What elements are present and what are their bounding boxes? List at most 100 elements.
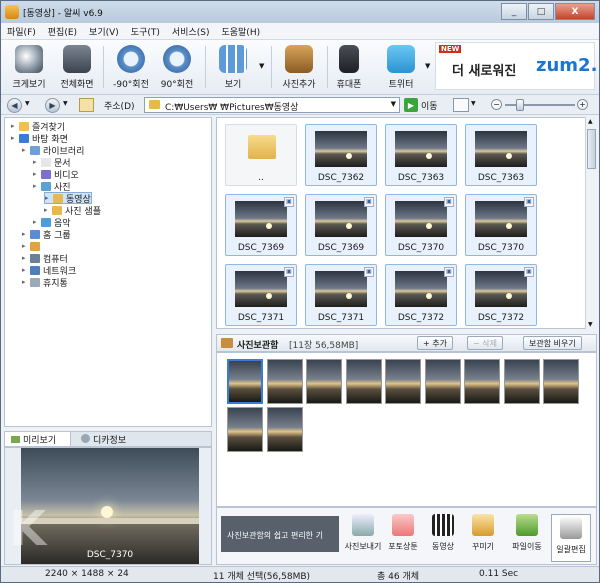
zoom-slider[interactable]: − +: [491, 99, 591, 111]
photobox-remove-button[interactable]: − 삭제: [467, 336, 503, 350]
expand-arrow-icon[interactable]: ▸: [22, 242, 30, 250]
menu-help[interactable]: 도움말(H): [221, 25, 260, 38]
photobox-thumbnail[interactable]: [227, 407, 263, 452]
thumbnail-item[interactable]: DSC_7363: [465, 124, 537, 186]
tree-item[interactable]: ▸ 즐겨찾기: [11, 120, 65, 133]
tree-item[interactable]: ▸ 컴퓨터: [22, 252, 68, 265]
close-button[interactable]: X: [555, 3, 595, 20]
forward-dropdown-icon[interactable]: ▼: [63, 100, 68, 107]
rotate-right-button[interactable]: 90°회전: [151, 42, 203, 92]
tree-item[interactable]: ▸ 사진: [33, 180, 71, 193]
expand-arrow-icon[interactable]: ▸: [22, 254, 30, 262]
maximize-button[interactable]: □: [528, 3, 554, 20]
scroll-down-icon[interactable]: ▼: [588, 321, 593, 328]
back-button[interactable]: ◀: [7, 98, 22, 113]
tree-item[interactable]: ▸ 음악: [33, 216, 71, 229]
fullscreen-button[interactable]: 전체화면: [51, 42, 103, 92]
thumbnail-item[interactable]: DSC_7362: [305, 124, 377, 186]
expand-arrow-icon[interactable]: ▸: [22, 230, 30, 238]
view-button[interactable]: 보기: [207, 42, 259, 92]
photobox-thumbnail[interactable]: [345, 359, 382, 404]
expand-arrow-icon[interactable]: ▸: [11, 134, 19, 142]
thumbnail-item[interactable]: ▣ DSC_7369: [305, 194, 377, 256]
photobox-empty-button[interactable]: 보관함 비우기: [523, 336, 582, 350]
photobox-thumbnail[interactable]: [266, 407, 303, 452]
tree-item[interactable]: ▸ 휴지통: [22, 276, 68, 289]
view-mode-icon[interactable]: [453, 98, 469, 112]
tree-item[interactable]: ▸ 사진 샘플: [44, 204, 101, 217]
menu-tools[interactable]: 도구(T): [131, 25, 160, 38]
scrollbar-thumb[interactable]: [587, 129, 596, 169]
tree-item[interactable]: ▸ 동영상: [44, 192, 92, 205]
view-dropdown-icon[interactable]: ▼: [259, 62, 264, 70]
thumbnail-item[interactable]: ▣ DSC_7370: [385, 194, 457, 256]
tab-preview[interactable]: 미리보기: [5, 432, 71, 446]
zoom-out-icon[interactable]: −: [491, 99, 502, 110]
thumbnail-item[interactable]: ▣ DSC_7372: [465, 264, 537, 326]
minimize-button[interactable]: _: [501, 3, 527, 20]
expand-arrow-icon[interactable]: ▸: [44, 206, 52, 214]
expand-arrow-icon[interactable]: ▸: [45, 194, 53, 202]
fullsize-button[interactable]: 크게보기: [3, 42, 55, 92]
batch-edit-button[interactable]: 일괄편집: [551, 514, 591, 562]
expand-arrow-icon[interactable]: ▸: [22, 146, 30, 154]
decorate-button[interactable]: 꾸미기: [463, 514, 503, 552]
rotate-left-button[interactable]: -90°회전: [105, 42, 157, 92]
zoom-in-icon[interactable]: +: [577, 99, 588, 110]
thumbnail-item[interactable]: DSC_7363: [385, 124, 457, 186]
zum-ad-banner[interactable]: NEW 더 새로워진 zum2.: [435, 42, 597, 90]
tree-item[interactable]: ▸ 문서: [33, 156, 71, 169]
address-input[interactable]: C:₩Users₩ ₩Pictures₩동영상 ▼: [144, 97, 400, 113]
send-photo-button[interactable]: 사진보내기: [343, 514, 383, 552]
tree-item[interactable]: ▸ 비디오: [33, 168, 79, 181]
expand-arrow-icon[interactable]: ▸: [33, 158, 41, 166]
phone-button[interactable]: 휴대폰: [323, 42, 375, 92]
video-button[interactable]: 동영상: [423, 514, 463, 552]
address-dropdown-icon[interactable]: ▼: [391, 100, 396, 108]
photobox-thumbnail[interactable]: [503, 359, 540, 404]
tree-item[interactable]: ▸: [22, 240, 43, 252]
thumbnail-item[interactable]: ▣ DSC_7369: [225, 194, 297, 256]
view-mode-dropdown-icon[interactable]: ▼: [471, 100, 476, 107]
tree-item[interactable]: ▸ 네트워크: [22, 264, 76, 277]
add-photo-button[interactable]: 사진추가: [273, 42, 325, 92]
menu-edit[interactable]: 편집(E): [48, 25, 77, 38]
menu-view[interactable]: 보기(V): [89, 25, 119, 38]
thumbnail-item[interactable]: ▣ DSC_7371: [305, 264, 377, 326]
photobox-thumbnail[interactable]: [464, 359, 500, 404]
expand-arrow-icon[interactable]: ▸: [33, 170, 41, 178]
go-button[interactable]: ▶ 이동: [404, 97, 442, 113]
photobox-thumbnail[interactable]: [266, 359, 303, 404]
photobox-add-button[interactable]: + 추가: [417, 336, 453, 350]
move-file-button[interactable]: 파일이동: [507, 514, 547, 552]
photobox-thumbnail[interactable]: [227, 359, 263, 404]
twitter-button[interactable]: 트위터: [375, 42, 427, 92]
photobox-thumbnail[interactable]: [424, 359, 461, 404]
scroll-up-icon[interactable]: ▲: [588, 118, 593, 125]
expand-arrow-icon[interactable]: ▸: [33, 218, 41, 226]
photobox-thumbnail[interactable]: [306, 359, 342, 404]
twitter-dropdown-icon[interactable]: ▼: [425, 62, 430, 70]
menu-file[interactable]: 파일(F): [7, 25, 36, 38]
tab-camera-info[interactable]: 디카정보: [75, 432, 145, 446]
tree-item[interactable]: ▸ 홈 그룹: [22, 228, 71, 241]
expand-arrow-icon[interactable]: ▸: [22, 266, 30, 274]
expand-arrow-icon[interactable]: ▸: [33, 182, 41, 190]
zoom-slider-handle[interactable]: [515, 99, 524, 111]
photobox-thumbnail[interactable]: [543, 359, 579, 404]
forward-button[interactable]: ▶: [45, 98, 60, 113]
photobox-thumbnail[interactable]: [385, 359, 421, 404]
photo-cartoon-button[interactable]: 포토상툰: [383, 514, 423, 552]
menu-service[interactable]: 서비스(S): [172, 25, 210, 38]
thumbnail-item[interactable]: ▣ DSC_7372: [385, 264, 457, 326]
parent-folder-item[interactable]: ..: [225, 124, 297, 186]
expand-arrow-icon[interactable]: ▸: [22, 278, 30, 286]
thumbnail-item[interactable]: ▣ DSC_7371: [225, 264, 297, 326]
tree-item[interactable]: ▸ 라이브러리: [22, 144, 84, 157]
back-dropdown-icon[interactable]: ▼: [25, 100, 30, 107]
expand-arrow-icon[interactable]: ▸: [11, 122, 19, 130]
grid-scrollbar[interactable]: ▲ ▼: [585, 117, 597, 329]
tree-item[interactable]: ▸ 바탕 화면: [11, 132, 68, 145]
thumbnail-item[interactable]: ▣ DSC_7370: [465, 194, 537, 256]
up-folder-icon[interactable]: [79, 98, 94, 112]
